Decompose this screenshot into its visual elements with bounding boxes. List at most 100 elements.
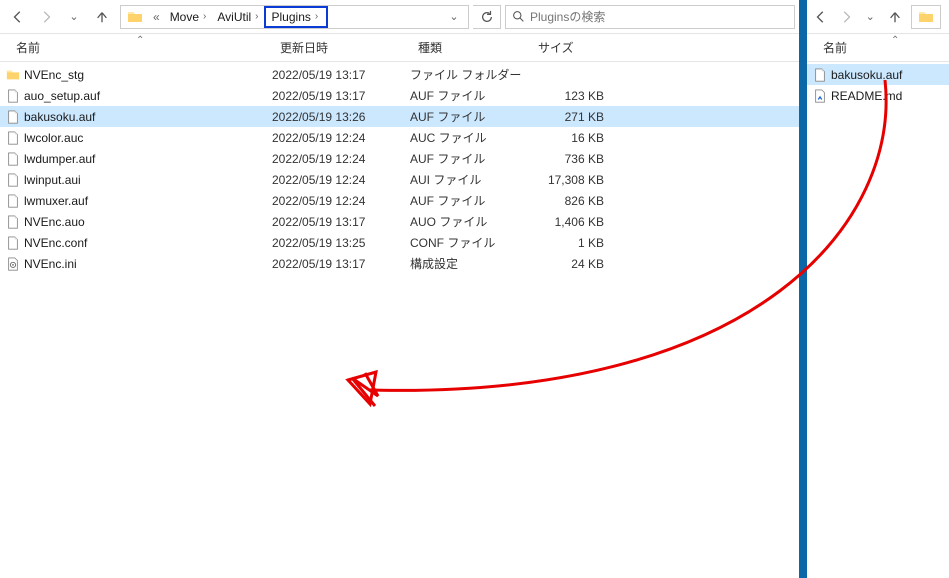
- forward-button[interactable]: [836, 5, 857, 29]
- toolbar: ⌄: [807, 0, 949, 34]
- column-header-size[interactable]: サイズ: [530, 34, 610, 61]
- file-size: 826 KB: [530, 194, 604, 208]
- back-button[interactable]: [6, 5, 30, 29]
- file-type: AUF ファイル: [410, 192, 530, 209]
- address-bar[interactable]: « Move› AviUtil› Plugins› ⌄: [120, 5, 469, 29]
- file-type-icon: [807, 88, 827, 104]
- file-type: CONF ファイル: [410, 234, 530, 251]
- file-type: ファイル フォルダー: [410, 66, 530, 83]
- file-type: AUC ファイル: [410, 129, 530, 146]
- file-size: 271 KB: [530, 110, 604, 124]
- column-headers: ⌃ 名前: [807, 34, 949, 62]
- toolbar: ⌄ « Move› AviUtil› Plugins› ⌄: [0, 0, 799, 34]
- file-size: 17,308 KB: [530, 173, 604, 187]
- column-headers: ⌃ 名前 更新日時 種類 サイズ: [0, 34, 799, 62]
- sort-indicator-icon: ⌃: [136, 35, 144, 46]
- file-size: 736 KB: [530, 152, 604, 166]
- table-row[interactable]: NVEnc_stg2022/05/19 13:17ファイル フォルダー: [0, 64, 799, 85]
- breadcrumb-item-current[interactable]: Plugins›: [264, 6, 329, 28]
- file-name: lwinput.aui: [20, 173, 272, 187]
- up-button[interactable]: [90, 5, 114, 29]
- file-size: 1 KB: [530, 236, 604, 250]
- file-type: AUF ファイル: [410, 150, 530, 167]
- table-row[interactable]: NVEnc.conf2022/05/19 13:25CONF ファイル1 KB: [0, 232, 799, 253]
- file-date: 2022/05/19 12:24: [272, 173, 410, 187]
- file-name: bakusoku.auf: [827, 68, 949, 82]
- file-size: 24 KB: [530, 257, 604, 271]
- file-size: 123 KB: [530, 89, 604, 103]
- file-date: 2022/05/19 13:17: [272, 89, 410, 103]
- table-row[interactable]: bakusoku.auf: [807, 64, 949, 85]
- file-date: 2022/05/19 12:24: [272, 152, 410, 166]
- column-header-type[interactable]: 種類: [410, 34, 530, 61]
- table-row[interactable]: lwinput.aui2022/05/19 12:24AUI ファイル17,30…: [0, 169, 799, 190]
- file-name: NVEnc.auo: [20, 215, 272, 229]
- file-type-icon: [0, 67, 20, 83]
- table-row[interactable]: NVEnc.ini2022/05/19 13:17構成設定24 KB: [0, 253, 799, 274]
- explorer-window-right: ⌄ ⌃ 名前 bakusoku.auf README.md: [803, 0, 949, 578]
- table-row[interactable]: bakusoku.auf2022/05/19 13:26AUF ファイル271 …: [0, 106, 799, 127]
- file-size: 16 KB: [530, 131, 604, 145]
- file-name: NVEnc.conf: [20, 236, 272, 250]
- column-header-date[interactable]: 更新日時: [272, 34, 410, 61]
- folder-icon: [916, 7, 936, 27]
- file-type: AUI ファイル: [410, 171, 530, 188]
- file-name: lwdumper.auf: [20, 152, 272, 166]
- file-date: 2022/05/19 13:17: [272, 257, 410, 271]
- table-row[interactable]: lwdumper.auf2022/05/19 12:24AUF ファイル736 …: [0, 148, 799, 169]
- search-box[interactable]: [505, 5, 795, 29]
- chevron-right-icon: ›: [203, 11, 206, 22]
- file-date: 2022/05/19 13:17: [272, 215, 410, 229]
- file-type: AUF ファイル: [410, 108, 530, 125]
- file-type-icon: [0, 235, 20, 251]
- file-type-icon: [0, 193, 20, 209]
- chevron-right-icon: ›: [315, 11, 318, 22]
- file-list: NVEnc_stg2022/05/19 13:17ファイル フォルダーauo_s…: [0, 62, 799, 274]
- file-date: 2022/05/19 13:25: [272, 236, 410, 250]
- file-type: AUF ファイル: [410, 87, 530, 104]
- file-name: lwmuxer.auf: [20, 194, 272, 208]
- file-size: 1,406 KB: [530, 215, 604, 229]
- up-button[interactable]: [885, 5, 906, 29]
- file-type: AUO ファイル: [410, 213, 530, 230]
- file-type-icon: [807, 67, 827, 83]
- table-row[interactable]: auo_setup.auf2022/05/19 13:17AUF ファイル123…: [0, 85, 799, 106]
- file-type-icon: [0, 256, 20, 272]
- file-type-icon: [0, 172, 20, 188]
- explorer-window-left: ⌄ « Move› AviUtil› Plugins› ⌄ ⌃ 名: [0, 0, 803, 578]
- refresh-button[interactable]: [473, 5, 501, 29]
- file-type-icon: [0, 214, 20, 230]
- file-type: 構成設定: [410, 255, 530, 272]
- table-row[interactable]: README.md: [807, 85, 949, 106]
- file-date: 2022/05/19 13:17: [272, 68, 410, 82]
- file-type-icon: [0, 151, 20, 167]
- table-row[interactable]: NVEnc.auo2022/05/19 13:17AUO ファイル1,406 K…: [0, 211, 799, 232]
- file-date: 2022/05/19 13:26: [272, 110, 410, 124]
- search-icon: [506, 10, 530, 23]
- chevron-right-icon: ›: [255, 11, 258, 22]
- folder-icon: [125, 7, 145, 27]
- breadcrumb-item[interactable]: Move›: [164, 6, 212, 28]
- table-row[interactable]: lwmuxer.auf2022/05/19 12:24AUF ファイル826 K…: [0, 190, 799, 211]
- recent-dropdown[interactable]: ⌄: [860, 5, 881, 29]
- file-type-icon: [0, 130, 20, 146]
- file-list: bakusoku.auf README.md: [807, 62, 949, 106]
- file-name: NVEnc_stg: [20, 68, 272, 82]
- address-dropdown[interactable]: ⌄: [442, 5, 466, 29]
- file-type-icon: [0, 88, 20, 104]
- column-header-name[interactable]: 名前: [807, 34, 947, 61]
- recent-dropdown[interactable]: ⌄: [62, 5, 86, 29]
- table-row[interactable]: lwcolor.auc2022/05/19 12:24AUC ファイル16 KB: [0, 127, 799, 148]
- back-button[interactable]: [811, 5, 832, 29]
- file-name: README.md: [827, 89, 949, 103]
- search-input[interactable]: [530, 10, 794, 24]
- breadcrumb-prefix: «: [149, 6, 164, 28]
- file-date: 2022/05/19 12:24: [272, 131, 410, 145]
- file-date: 2022/05/19 12:24: [272, 194, 410, 208]
- file-name: lwcolor.auc: [20, 131, 272, 145]
- forward-button[interactable]: [34, 5, 58, 29]
- address-bar[interactable]: [911, 5, 941, 29]
- file-type-icon: [0, 109, 20, 125]
- breadcrumb-item[interactable]: AviUtil›: [211, 6, 263, 28]
- sort-indicator-icon: ⌃: [891, 35, 899, 46]
